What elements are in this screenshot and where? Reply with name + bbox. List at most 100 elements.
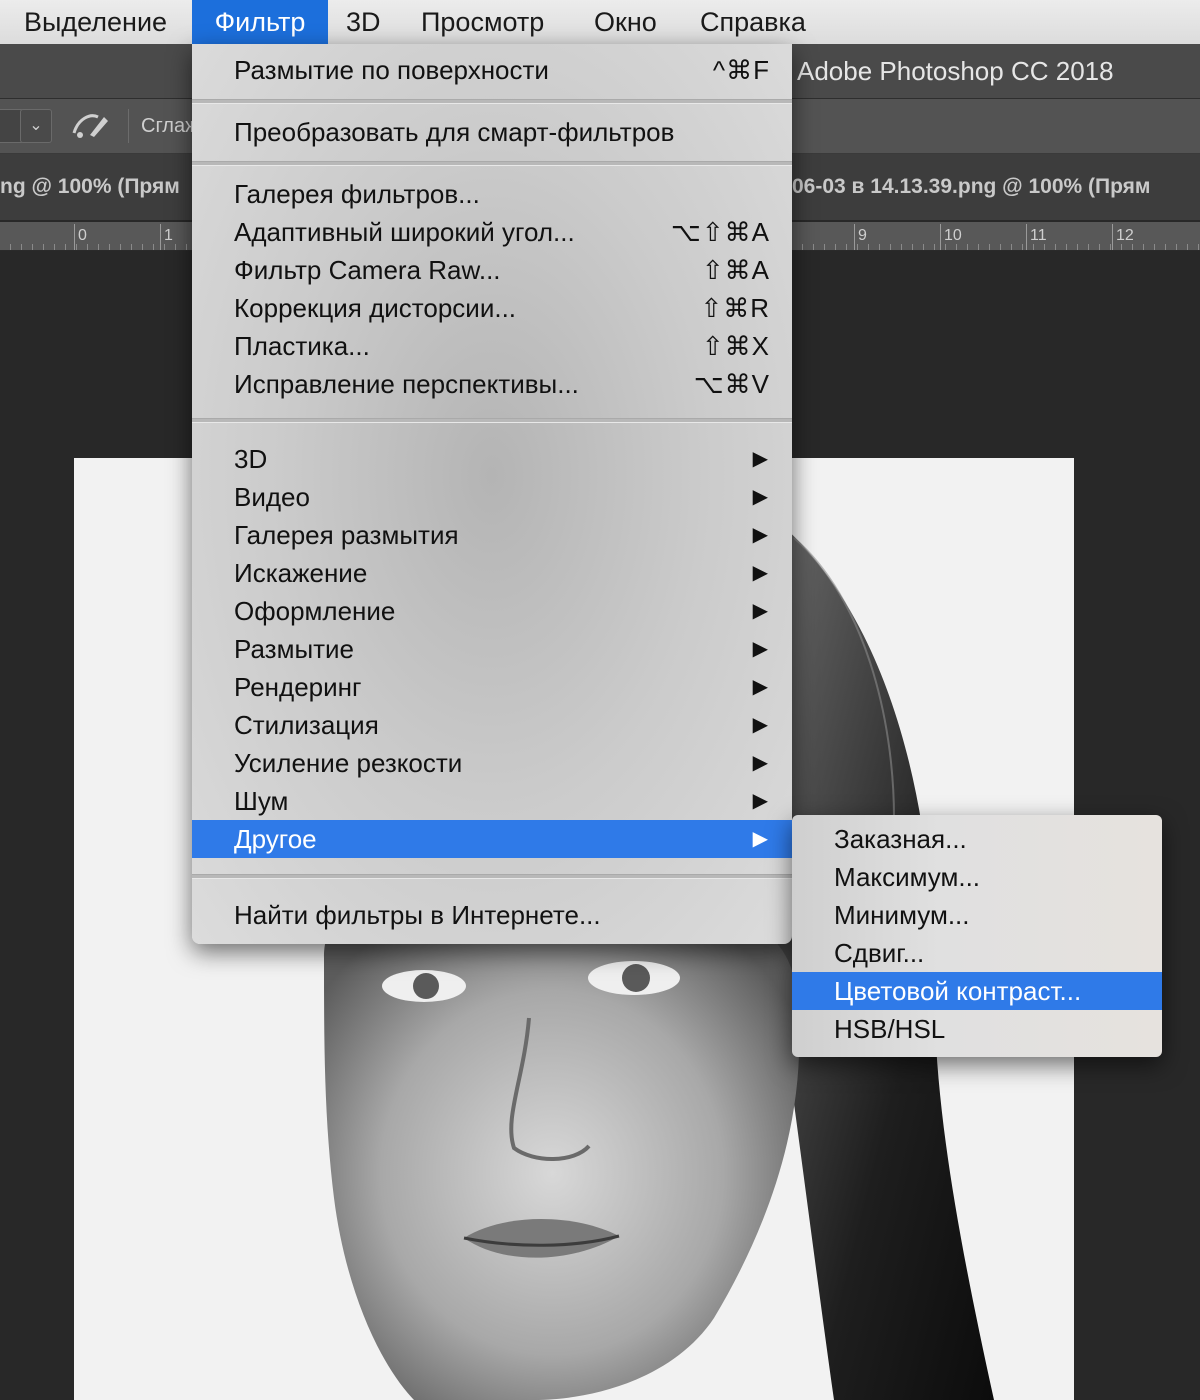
menu-separator: [192, 874, 792, 879]
menu-item-label: Коррекция дисторсии...: [234, 293, 517, 323]
menu-item-shortcut: ⇧⌘R: [700, 293, 770, 323]
menu-item-label: Стилизация: [234, 710, 379, 740]
menu-item-label: Рендеринг: [234, 672, 362, 702]
menu-filter[interactable]: Фильтр: [192, 0, 328, 44]
menu-item-label: Сдвиг...: [834, 938, 925, 968]
menu-item-label: Пластика...: [234, 331, 370, 361]
menu-item-label: 3D: [234, 444, 268, 474]
menu-item-noise[interactable]: Шум ▶: [192, 782, 792, 820]
menu-item-label: Галерея фильтров...: [234, 179, 480, 209]
menu-item-sharpen[interactable]: Усиление резкости ▶: [192, 744, 792, 782]
menu-item-label: Другое: [234, 824, 317, 854]
menu-item-browse-filters-online[interactable]: Найти фильтры в Интернете...: [192, 896, 792, 934]
document-tab-left[interactable]: ng @ 100% (Прям: [0, 172, 180, 202]
ruler-tick: [854, 224, 855, 250]
menu-item-label: HSB/HSL: [834, 1014, 946, 1044]
menu-separator: [192, 418, 792, 423]
chevron-down-icon[interactable]: ⌄: [20, 109, 52, 143]
ruler-label: 11: [1030, 227, 1047, 244]
menu-item-label: Заказная...: [834, 824, 967, 854]
menu-item-label: Найти фильтры в Интернете...: [234, 900, 601, 930]
submenu-item-custom[interactable]: Заказная...: [792, 820, 1162, 858]
ruler-tick: [1112, 224, 1113, 250]
menu-separator: [192, 99, 792, 104]
submenu-arrow-icon: ▶: [752, 638, 768, 660]
menu-item-shortcut: ⇧⌘A: [701, 255, 770, 285]
submenu-item-hsb-hsl[interactable]: HSB/HSL: [792, 1010, 1162, 1048]
menu-item-vanishing-point[interactable]: Исправление перспективы... ⌥⌘V: [192, 365, 792, 403]
menu-item-other[interactable]: Другое ▶: [192, 820, 792, 858]
menu-item-liquify[interactable]: Пластика... ⇧⌘X: [192, 327, 792, 365]
menu-item-shortcut: ⌥⌘V: [693, 369, 770, 399]
ruler-label: 12: [1116, 227, 1134, 244]
submenu-item-high-pass[interactable]: Цветовой контраст...: [792, 972, 1162, 1010]
menu-item-3d[interactable]: 3D ▶: [192, 440, 792, 478]
ruler-tick: [940, 224, 941, 250]
menu-item-label: Адаптивный широкий угол...: [234, 217, 575, 247]
menu-item-label: Размытие: [234, 634, 355, 664]
menu-window[interactable]: Окно: [594, 0, 657, 44]
other-submenu: Заказная... Максимум... Минимум... Сдвиг…: [792, 815, 1162, 1057]
menu-item-lens-correction[interactable]: Коррекция дисторсии... ⇧⌘R: [192, 289, 792, 327]
ruler-label: 1: [164, 227, 173, 244]
menu-item-label: Цветовой контраст...: [834, 976, 1082, 1006]
menu-item-distort[interactable]: Искажение ▶: [192, 554, 792, 592]
submenu-arrow-icon: ▶: [752, 714, 768, 736]
submenu-arrow-icon: ▶: [752, 676, 768, 698]
menu-item-label: Максимум...: [834, 862, 981, 892]
menu-item-label: Видео: [234, 482, 310, 512]
smoothing-label: Сглаж: [141, 115, 199, 137]
menu-bar: Выделение Фильтр 3D Просмотр Окно Справк…: [0, 0, 1200, 45]
menu-item-label: Искажение: [234, 558, 368, 588]
menu-item-label: Галерея размытия: [234, 520, 459, 550]
airbrush-icon[interactable]: [68, 107, 110, 143]
ruler-label: 0: [78, 227, 87, 244]
menu-item-label: Фильтр Camera Raw...: [234, 255, 501, 285]
menu-help[interactable]: Справка: [700, 0, 806, 44]
menu-view[interactable]: Просмотр: [421, 0, 544, 44]
menu-separator: [192, 161, 792, 166]
submenu-item-offset[interactable]: Сдвиг...: [792, 934, 1162, 972]
menu-item-render[interactable]: Рендеринг ▶: [192, 668, 792, 706]
menu-item-adaptive-wide-angle[interactable]: Адаптивный широкий угол... ⌥⇧⌘A: [192, 213, 792, 251]
menu-item-last-filter[interactable]: Размытие по поверхности ^⌘F: [192, 51, 792, 89]
submenu-arrow-icon: ▶: [752, 600, 768, 622]
menu-item-convert-smart-filters[interactable]: Преобразовать для смарт-фильтров: [192, 113, 792, 151]
menu-item-stylize[interactable]: Стилизация ▶: [192, 706, 792, 744]
app-title: Adobe Photoshop CC 2018: [797, 56, 1114, 86]
ruler-label: 10: [944, 227, 962, 244]
menu-item-label: Минимум...: [834, 900, 970, 930]
menu-item-shortcut: ^⌘F: [712, 55, 770, 85]
menu-item-filter-gallery[interactable]: Галерея фильтров...: [192, 175, 792, 213]
ruler-tick: [1026, 224, 1027, 250]
menu-item-camera-raw[interactable]: Фильтр Camera Raw... ⇧⌘A: [192, 251, 792, 289]
menu-item-label: Оформление: [234, 596, 396, 626]
menu-item-label: Усиление резкости: [234, 748, 463, 778]
menu-item-shortcut: ⇧⌘X: [701, 331, 770, 361]
menu-item-blur[interactable]: Размытие ▶: [192, 630, 792, 668]
submenu-arrow-icon: ▶: [752, 562, 768, 584]
menu-item-video[interactable]: Видео ▶: [192, 478, 792, 516]
document-tab-right[interactable]: 06-03 в 14.13.39.png @ 100% (Прям: [792, 172, 1150, 202]
submenu-arrow-icon: ▶: [752, 790, 768, 812]
submenu-arrow-icon: ▶: [752, 752, 768, 774]
ruler-label: 9: [858, 227, 867, 244]
submenu-item-maximum[interactable]: Максимум...: [792, 858, 1162, 896]
submenu-arrow-icon: ▶: [752, 486, 768, 508]
menu-item-shortcut: ⌥⇧⌘A: [670, 217, 770, 247]
menu-item-pixelate[interactable]: Оформление ▶: [192, 592, 792, 630]
ruler-tick: [74, 224, 75, 250]
menu-3d[interactable]: 3D: [346, 0, 381, 44]
menu-item-label: Размытие по поверхности: [234, 55, 549, 85]
menu-selection[interactable]: Выделение: [24, 0, 167, 44]
menu-item-blur-gallery[interactable]: Галерея размытия ▶: [192, 516, 792, 554]
menu-item-label: Шум: [234, 786, 289, 816]
menu-item-label: Преобразовать для смарт-фильтров: [234, 117, 675, 147]
menu-item-label: Исправление перспективы...: [234, 369, 579, 399]
submenu-arrow-icon: ▶: [752, 524, 768, 546]
submenu-item-minimum[interactable]: Минимум...: [792, 896, 1162, 934]
ruler-tick: [160, 224, 161, 250]
filter-menu: Размытие по поверхности ^⌘F Преобразоват…: [192, 44, 792, 944]
options-separator: [128, 109, 129, 143]
submenu-arrow-icon: ▶: [752, 828, 768, 850]
